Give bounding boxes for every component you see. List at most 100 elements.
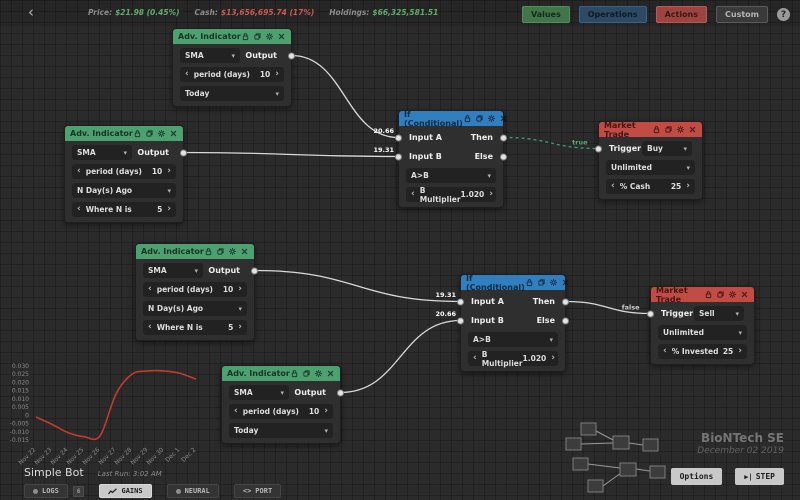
- trade-action-select[interactable]: Sell▾: [694, 306, 744, 321]
- then-port[interactable]: [562, 298, 569, 305]
- gear-icon[interactable]: [676, 125, 685, 134]
- timeframe-select[interactable]: N Day(s) Ago▾: [72, 183, 176, 198]
- output-port[interactable]: [251, 267, 258, 274]
- gear-icon[interactable]: [228, 247, 237, 256]
- input-b-port[interactable]: [457, 317, 464, 324]
- copy-icon[interactable]: [716, 290, 725, 299]
- close-icon[interactable]: [740, 290, 749, 299]
- node-if-conditional-2[interactable]: If (Conditional) 19.31 Input A Then 20.6…: [460, 274, 566, 372]
- copy-icon[interactable]: [537, 278, 546, 287]
- node-title-bar[interactable]: If (Conditional): [399, 111, 503, 126]
- lock-icon[interactable]: [704, 290, 713, 299]
- close-icon[interactable]: [277, 32, 286, 41]
- node-editor-canvas[interactable]: truefalse 0.0300.0250.0200.0150.0100.005…: [0, 0, 800, 500]
- output-port[interactable]: [180, 149, 187, 156]
- node-title-bar[interactable]: Market Trade: [599, 122, 702, 137]
- timeframe-select[interactable]: Today▾: [229, 423, 333, 438]
- gear-icon[interactable]: [728, 290, 737, 299]
- n-days-stepper[interactable]: ‹ Where N is 5 ›: [72, 202, 176, 217]
- timeframe-select[interactable]: Today▾: [180, 86, 284, 101]
- node-market-trade-1[interactable]: Market Trade Trigger Buy▾ Unlimited▾ ‹ %…: [598, 121, 703, 200]
- actions-button[interactable]: Actions: [656, 6, 707, 23]
- question-icon[interactable]: ?: [777, 8, 790, 21]
- period-stepper[interactable]: ‹ period (days) 10 ›: [143, 282, 247, 297]
- close-icon[interactable]: [240, 247, 249, 256]
- stepper-decrement[interactable]: ‹: [148, 285, 152, 294]
- operator-select[interactable]: A>B▾: [406, 168, 496, 183]
- stepper-increment[interactable]: ›: [275, 70, 279, 79]
- lock-icon[interactable]: [133, 129, 142, 138]
- gear-icon[interactable]: [487, 114, 496, 123]
- copy-icon[interactable]: [475, 114, 484, 123]
- lock-icon[interactable]: [525, 278, 534, 287]
- lock-icon[interactable]: [290, 369, 299, 378]
- copy-icon[interactable]: [216, 247, 225, 256]
- close-icon[interactable]: [688, 125, 697, 134]
- node-adv-indicator-3[interactable]: Adv. Indicator SMA▾ Output ‹ period (day…: [135, 243, 255, 341]
- stepper-increment[interactable]: ›: [686, 182, 690, 191]
- stepper-decrement[interactable]: ‹: [663, 347, 667, 356]
- node-title-bar[interactable]: If (Conditional): [461, 275, 565, 290]
- close-icon[interactable]: [499, 114, 508, 123]
- stepper-decrement[interactable]: ‹: [611, 182, 615, 191]
- stepper-increment[interactable]: ›: [167, 205, 171, 214]
- stepper-increment[interactable]: ›: [489, 190, 493, 199]
- indicator-type-select[interactable]: SMA▾: [143, 263, 203, 278]
- operations-button[interactable]: Operations: [579, 6, 647, 23]
- gear-icon[interactable]: [157, 129, 166, 138]
- lock-icon[interactable]: [463, 114, 472, 123]
- output-port[interactable]: [337, 389, 344, 396]
- timeframe-select[interactable]: N Day(s) Ago▾: [143, 301, 247, 316]
- else-port[interactable]: [562, 317, 569, 324]
- b-multiplier-stepper[interactable]: ‹ B Multiplier 1.020 ›: [406, 187, 496, 202]
- indicator-type-select[interactable]: SMA▾: [180, 48, 240, 63]
- stepper-increment[interactable]: ›: [238, 323, 242, 332]
- copy-icon[interactable]: [302, 369, 311, 378]
- node-title-bar[interactable]: Adv. Indicator: [222, 366, 340, 381]
- period-stepper[interactable]: ‹ period (days) 10 ›: [229, 404, 333, 419]
- stepper-increment[interactable]: ›: [167, 167, 171, 176]
- node-adv-indicator-2[interactable]: Adv. Indicator SMA▾ Output ‹ period (day…: [64, 125, 184, 223]
- indicator-type-select[interactable]: SMA▾: [229, 385, 289, 400]
- stepper-increment[interactable]: ›: [238, 285, 242, 294]
- gear-icon[interactable]: [549, 278, 558, 287]
- node-if-conditional-1[interactable]: If (Conditional) 20.66 Input A Then 19.3…: [398, 110, 504, 208]
- gains-tab[interactable]: GAINS: [99, 484, 151, 498]
- gear-icon[interactable]: [265, 32, 274, 41]
- logs-tab[interactable]: LOGS: [24, 484, 68, 498]
- stepper-decrement[interactable]: ‹: [148, 323, 152, 332]
- lock-icon[interactable]: [241, 32, 250, 41]
- gear-icon[interactable]: [314, 369, 323, 378]
- options-button[interactable]: Options: [671, 468, 723, 485]
- amount-stepper[interactable]: ‹ % Invested 25 ›: [658, 344, 747, 359]
- lock-icon[interactable]: [652, 125, 661, 134]
- port-tab[interactable]: <> PORT: [234, 484, 281, 498]
- period-stepper[interactable]: ‹ period (days) 10 ›: [72, 164, 176, 179]
- indicator-type-select[interactable]: SMA▾: [72, 145, 132, 160]
- node-adv-indicator-4[interactable]: Adv. Indicator SMA▾ Output ‹ period (day…: [221, 365, 341, 444]
- else-port[interactable]: [500, 153, 507, 160]
- amount-stepper[interactable]: ‹ % Cash 25 ›: [606, 179, 695, 194]
- stepper-increment[interactable]: ›: [551, 354, 555, 363]
- trigger-port[interactable]: [647, 310, 654, 317]
- stepper-decrement[interactable]: ‹: [185, 70, 189, 79]
- stepper-decrement[interactable]: ‹: [77, 167, 81, 176]
- custom-button[interactable]: Custom: [716, 6, 768, 23]
- n-days-stepper[interactable]: ‹ Where N is 5 ›: [143, 320, 247, 335]
- node-title-bar[interactable]: Adv. Indicator: [65, 126, 183, 141]
- stepper-increment[interactable]: ›: [324, 407, 328, 416]
- node-title-bar[interactable]: Adv. Indicator: [173, 29, 291, 44]
- node-title-bar[interactable]: Adv. Indicator: [136, 244, 254, 259]
- stepper-increment[interactable]: ›: [738, 347, 742, 356]
- values-button[interactable]: Values: [522, 6, 570, 23]
- node-adv-indicator-1[interactable]: Adv. Indicator SMA▾ Output ‹ period (day…: [172, 28, 292, 107]
- input-a-port[interactable]: [395, 134, 402, 141]
- input-a-port[interactable]: [457, 298, 464, 305]
- node-title-bar[interactable]: Market Trade: [651, 287, 754, 302]
- neural-tab[interactable]: NEURAL: [167, 484, 219, 498]
- stepper-decrement[interactable]: ‹: [77, 205, 81, 214]
- period-stepper[interactable]: ‹ period (days) 10 ›: [180, 67, 284, 82]
- stepper-decrement[interactable]: ‹: [411, 190, 415, 199]
- node-market-trade-2[interactable]: Market Trade Trigger Sell▾ Unlimited▾ ‹ …: [650, 286, 755, 365]
- close-icon[interactable]: [326, 369, 335, 378]
